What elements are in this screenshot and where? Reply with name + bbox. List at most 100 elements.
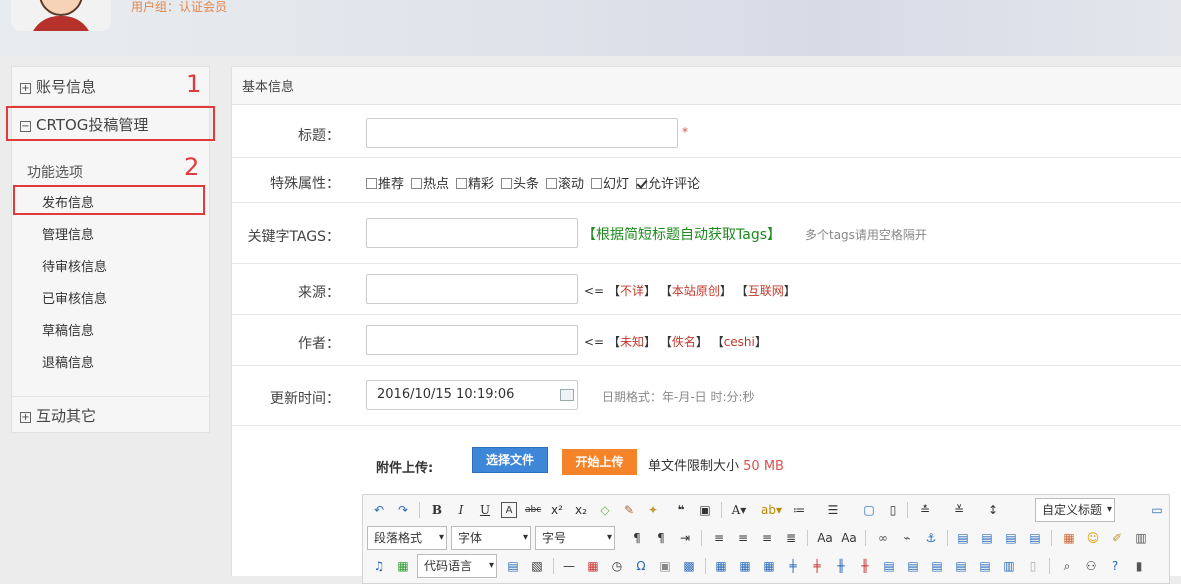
eraser-icon[interactable]: ◇ <box>597 502 613 518</box>
sidebar-item-approved[interactable]: 已审核信息 <box>42 288 107 307</box>
insert-video-icon[interactable]: ▥ <box>1133 530 1149 546</box>
checkbox-icon[interactable] <box>411 178 422 189</box>
blockquote-icon[interactable]: ❝ <box>673 502 689 518</box>
fullscreen-icon[interactable]: ▭ <box>1149 502 1165 518</box>
merge-cells-icon[interactable]: ▤ <box>881 558 897 574</box>
sidebar-item-drafts[interactable]: 草稿信息 <box>42 320 94 339</box>
author-option-unknown[interactable]: 未知 <box>620 335 644 349</box>
format-brush-icon[interactable]: ✎ <box>621 502 637 518</box>
wordimage-icon[interactable]: ▩ <box>681 558 697 574</box>
insert-table-icon[interactable]: ▦ <box>713 558 729 574</box>
row-spacing-bottom-icon[interactable]: ≚ <box>951 502 967 518</box>
checkbox-icon[interactable] <box>591 178 602 189</box>
row-spacing-top-icon[interactable]: ≛ <box>917 502 933 518</box>
undo-icon[interactable]: ↶ <box>371 502 387 518</box>
insert-col-icon[interactable]: ╫ <box>833 558 849 574</box>
source-option-internet[interactable]: 互联网 <box>748 284 784 298</box>
rich-text-editor[interactable]: ↶ ↷ B I U A abc x² x₂ ◇ ✎ ✦ ❝ ▣ A▾ ab▾ ≔… <box>362 494 1170 584</box>
sidebar-item-pending[interactable]: 待审核信息 <box>42 256 107 275</box>
insert-row-icon[interactable]: ╪ <box>785 558 801 574</box>
special-attr-option[interactable]: 头条 <box>501 173 539 192</box>
checkbox-icon[interactable] <box>456 178 467 189</box>
sidebar-other-header[interactable]: + 互动其它 <box>12 398 209 434</box>
sidebar-item-rejected[interactable]: 退稿信息 <box>42 352 94 371</box>
strikethrough-icon[interactable]: abc <box>525 502 541 518</box>
delete-table-icon[interactable]: ▦ <box>737 558 753 574</box>
image-none-icon[interactable]: ▤ <box>955 530 971 546</box>
align-justify-icon[interactable]: ≣ <box>783 530 799 546</box>
author-option-anonymous[interactable]: 佚名 <box>672 335 696 349</box>
align-left-icon[interactable]: ≡ <box>711 530 727 546</box>
map-icon[interactable]: ▦ <box>395 558 411 574</box>
ordered-list-icon[interactable]: ≔ <box>791 502 807 518</box>
image-right-icon[interactable]: ▤ <box>1003 530 1019 546</box>
checkbox-icon[interactable] <box>501 178 512 189</box>
start-upload-button[interactable]: 开始上传 <box>562 449 637 475</box>
background-icon[interactable]: ▧ <box>529 558 545 574</box>
link-icon[interactable]: ∞ <box>875 530 891 546</box>
choose-file-button[interactable]: 选择文件 <box>472 447 548 473</box>
custom-heading-select[interactable]: 自定义标题 <box>1035 498 1115 522</box>
font-border-icon[interactable]: A <box>501 502 517 518</box>
split-rows-icon[interactable]: ▤ <box>977 558 993 574</box>
merge-down-icon[interactable]: ▤ <box>929 558 945 574</box>
subscript-icon[interactable]: x₂ <box>573 502 589 518</box>
template-icon[interactable]: ▤ <box>505 558 521 574</box>
case-lower-icon[interactable]: Aa <box>841 530 857 546</box>
ltr-icon[interactable]: ¶ <box>629 530 645 546</box>
image-center-icon[interactable]: ▤ <box>1027 530 1043 546</box>
code-language-select[interactable]: 代码语言 <box>417 554 497 578</box>
highlight-color-icon[interactable]: ab▾ <box>761 502 782 518</box>
line-height-icon[interactable]: ↕ <box>985 502 1001 518</box>
update-time-input[interactable]: 2016/10/15 10:19:06 <box>366 380 578 410</box>
font-family-select[interactable]: 字体 <box>451 526 531 550</box>
auto-tags-link[interactable]: 【根据简短标题自动获取Tags】 <box>582 224 781 244</box>
underline-icon[interactable]: U <box>477 502 493 518</box>
special-attr-option[interactable]: 精彩 <box>456 173 494 192</box>
special-chars-icon[interactable]: Ω <box>633 558 649 574</box>
special-attr-option[interactable]: 热点 <box>411 173 449 192</box>
horizontal-rule-icon[interactable]: — <box>561 558 577 574</box>
unordered-list-icon[interactable]: ☰ <box>825 502 841 518</box>
bold-icon[interactable]: B <box>429 502 445 518</box>
delete-col-icon[interactable]: ╫ <box>857 558 873 574</box>
clear-doc-icon[interactable]: ▯ <box>885 502 901 518</box>
paragraph-format-select[interactable]: 段落格式 <box>367 526 447 550</box>
font-size-select[interactable]: 字号 <box>535 526 615 550</box>
scrawl-icon[interactable]: ✐ <box>1109 530 1125 546</box>
checkbox-icon[interactable] <box>366 178 377 189</box>
date-icon[interactable]: ▦ <box>585 558 601 574</box>
anchor-icon[interactable]: ⚓ <box>923 530 939 546</box>
insert-image-icon[interactable]: ▦ <box>1061 530 1077 546</box>
drafts-icon[interactable]: ▮ <box>1131 558 1147 574</box>
align-center-icon[interactable]: ≡ <box>735 530 751 546</box>
sidebar-item-manage[interactable]: 管理信息 <box>42 224 94 243</box>
image-left-icon[interactable]: ▤ <box>979 530 995 546</box>
search-replace-icon[interactable]: ⚇ <box>1083 558 1099 574</box>
source-input[interactable] <box>366 274 578 304</box>
source-option-original[interactable]: 本站原创 <box>672 284 720 298</box>
unlink-icon[interactable]: ⌁ <box>899 530 915 546</box>
paste-text-icon[interactable]: ▣ <box>697 502 713 518</box>
sidebar-account-header[interactable]: + 账号信息 <box>12 69 209 105</box>
rtl-icon[interactable]: ¶ <box>653 530 669 546</box>
table-props-icon[interactable]: ▯ <box>1025 558 1041 574</box>
title-input[interactable] <box>366 118 678 148</box>
calendar-icon[interactable] <box>560 389 574 401</box>
auto-format-icon[interactable]: ✦ <box>645 502 661 518</box>
split-cells-icon[interactable]: ▤ <box>953 558 969 574</box>
music-icon[interactable]: ♫ <box>371 558 387 574</box>
special-attr-option[interactable]: 幻灯 <box>591 173 629 192</box>
split-cols-icon[interactable]: ▥ <box>1001 558 1017 574</box>
align-right-icon[interactable]: ≡ <box>759 530 775 546</box>
merge-right-icon[interactable]: ▤ <box>905 558 921 574</box>
checkbox-checked-icon[interactable] <box>636 178 647 189</box>
insert-paragraph-before-table-icon[interactable]: ▦ <box>761 558 777 574</box>
indent-icon[interactable]: ⇥ <box>677 530 693 546</box>
case-upper-icon[interactable]: Aa <box>817 530 833 546</box>
snapscreen-icon[interactable]: ▣ <box>657 558 673 574</box>
select-all-icon[interactable]: ▢ <box>861 502 877 518</box>
help-icon[interactable]: ? <box>1107 558 1123 574</box>
delete-row-icon[interactable]: ╪ <box>809 558 825 574</box>
author-input[interactable] <box>366 325 578 355</box>
